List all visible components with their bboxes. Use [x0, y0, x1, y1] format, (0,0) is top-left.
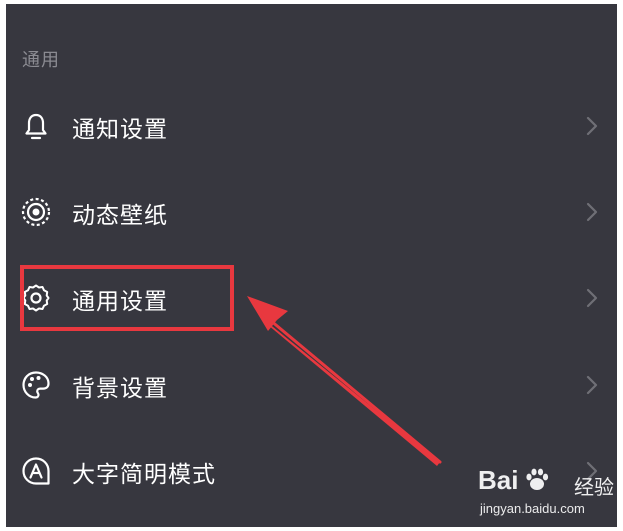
menu-item-general-settings[interactable]: 通用设置 — [6, 268, 617, 328]
menu-item-large-font-mode[interactable]: 大字简明模式 — [6, 441, 617, 501]
menu-item-live-wallpaper[interactable]: 动态壁纸 — [6, 182, 617, 242]
menu-item-label: 通知设置 — [72, 117, 168, 143]
menu-item-label: 动态壁纸 — [72, 203, 168, 229]
chevron-right-icon — [586, 202, 598, 222]
chevron-right-icon — [586, 375, 598, 395]
menu-item-background-settings[interactable]: 背景设置 — [6, 355, 617, 415]
chevron-right-icon — [586, 288, 598, 308]
large-font-icon — [20, 455, 52, 487]
menu-item-label: 通用设置 — [72, 289, 168, 315]
bell-icon — [20, 110, 52, 142]
chevron-right-icon — [586, 116, 598, 136]
palette-icon — [20, 369, 52, 401]
menu-item-label: 背景设置 — [72, 376, 168, 402]
chevron-right-icon — [586, 461, 598, 481]
settings-panel: 通用 通知设置 动态壁纸 通用设置 背景设置 大字简明模式 — [6, 4, 617, 527]
gear-icon — [20, 282, 52, 314]
live-wallpaper-icon — [20, 196, 52, 228]
section-title: 通用 — [22, 50, 60, 71]
menu-item-label: 大字简明模式 — [72, 462, 216, 488]
menu-item-notification-settings[interactable]: 通知设置 — [6, 96, 617, 156]
